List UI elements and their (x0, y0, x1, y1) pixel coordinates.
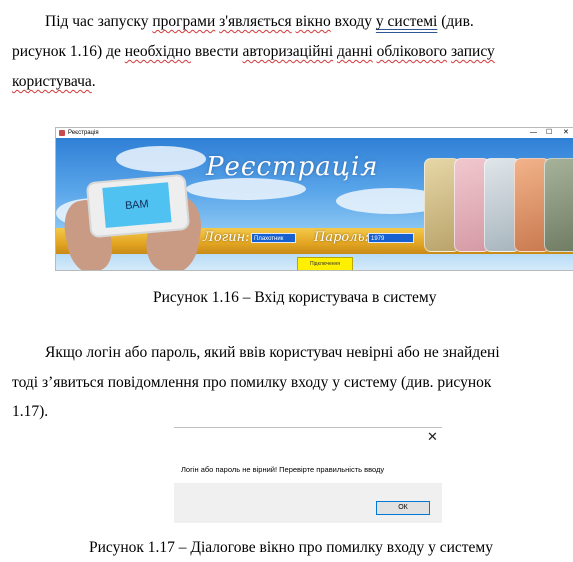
close-icon[interactable]: ✕ (427, 430, 438, 445)
maximize-icon[interactable]: ☐ (546, 128, 552, 138)
phone-screen-text: ВАМ (102, 182, 172, 228)
phone-image: ВАМ (85, 173, 191, 239)
figure-registration-window: Реєстрація — ☐ ✕ Реєстрація Логин: Плахо… (55, 127, 573, 271)
text: необхідно (124, 43, 191, 60)
text: авторизаційні (242, 43, 334, 60)
paragraph-error-line1: Якщо логін або пароль, який ввів користу… (45, 344, 500, 361)
text: облікового (376, 43, 448, 60)
text: . (91, 73, 96, 90)
password-label: Пароль: (314, 230, 369, 245)
text: рисунок 1.16) де (12, 43, 125, 60)
phone-green (544, 158, 573, 252)
dialog-body: ✕ Логін або пароль не вірний! Перевірте … (174, 427, 442, 483)
login-label: Логин: (203, 230, 250, 245)
close-icon[interactable]: ✕ (563, 128, 569, 138)
text: користувача (12, 73, 92, 90)
text: програми (152, 13, 216, 30)
figure2-caption: Рисунок 1.17 – Діалогове вікно про помил… (89, 539, 493, 556)
text: з'являється (219, 13, 292, 30)
app-icon (59, 130, 65, 136)
error-message: Логін або пароль не вірний! Перевірте пр… (181, 465, 385, 474)
text: запису (450, 43, 495, 60)
registration-background: Реєстрація Логин: Плахотник Пароль: 1979… (56, 138, 573, 270)
text: входу (330, 13, 376, 30)
text: (див. (437, 13, 474, 30)
text: у системі (375, 13, 438, 30)
minimize-icon[interactable]: — (530, 128, 537, 138)
window-titlebar: Реєстрація — ☐ ✕ (56, 128, 573, 138)
figure-error-dialog: ✕ Логін або пароль не вірний! Перевірте … (174, 427, 442, 523)
cloud (116, 146, 206, 172)
text: ввести (190, 43, 243, 60)
paragraph-intro-line3: користувача. (12, 67, 96, 96)
ok-button[interactable]: ОК (376, 501, 430, 515)
figure1-caption: Рисунок 1.16 – Вхід користувача в систем… (153, 289, 437, 306)
registration-heading: Реєстрація (206, 152, 379, 182)
paragraph-error-line3: 1.17). (12, 403, 49, 420)
paragraph-error-line2: тоді з’явиться повідомлення про помилку … (12, 374, 492, 391)
password-input[interactable]: 1979 (368, 233, 414, 243)
text: данні (337, 43, 373, 60)
paragraph-intro-line2: рисунок 1.16) де необхідно ввести автори… (12, 37, 495, 66)
paragraph-intro-line1: Під час запуску програми з'являється вік… (45, 7, 474, 36)
connect-button[interactable]: Підключення (297, 257, 353, 270)
text: вікно (295, 13, 331, 30)
login-input[interactable]: Плахотник (251, 233, 296, 243)
text: Під час запуску (45, 13, 153, 30)
window-title: Реєстрація (68, 130, 99, 136)
